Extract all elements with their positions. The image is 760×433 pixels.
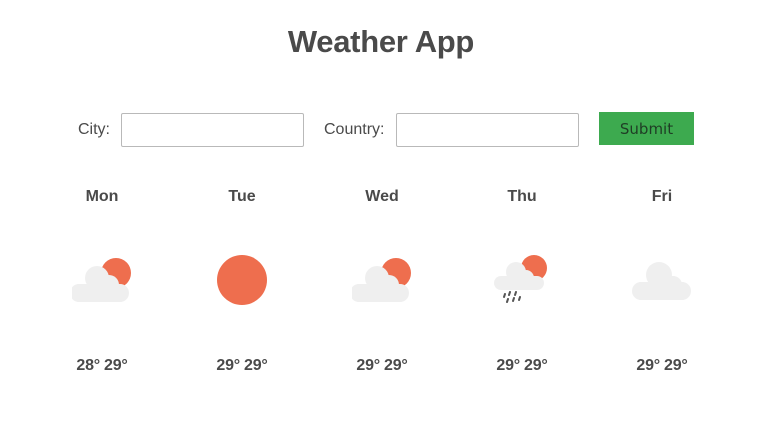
temp-high: 29° (384, 357, 408, 374)
temp-high: 29° (524, 357, 548, 374)
sun-icon (217, 255, 267, 305)
cloud-icon (632, 262, 691, 300)
temp-low: 29° (216, 357, 240, 374)
temp-high: 29° (104, 357, 128, 374)
temperature-range: 29° 29° (312, 357, 452, 375)
day-name: Wed (365, 188, 399, 205)
temp-low: 29° (356, 357, 380, 374)
country-label: Country: (324, 121, 385, 138)
temp-low: 29° (496, 357, 520, 374)
day-name: Mon (85, 188, 119, 205)
temperature-range: 29° 29° (592, 357, 732, 375)
temperature-range: 28° 29° (32, 357, 172, 375)
temperature-range: 29° 29° (452, 357, 592, 375)
day-name: Tue (228, 188, 256, 205)
temp-high: 29° (664, 357, 688, 374)
country-input[interactable] (396, 113, 579, 147)
day-name: Fri (651, 188, 673, 205)
partly-cloudy-icon (72, 258, 131, 302)
partly-cloudy-icon (352, 258, 411, 302)
temp-low: 28° (76, 357, 100, 374)
day-name: Thu (507, 188, 537, 205)
temp-low: 29° (636, 357, 660, 374)
city-label: City: (78, 121, 110, 138)
rain-sun-icon (494, 255, 547, 303)
app-title: Weather App (287, 24, 475, 59)
temp-high: 29° (244, 357, 268, 374)
city-input[interactable] (121, 113, 304, 147)
temperature-range: 29° 29° (172, 357, 312, 375)
submit-button[interactable]: Submit (599, 112, 694, 145)
